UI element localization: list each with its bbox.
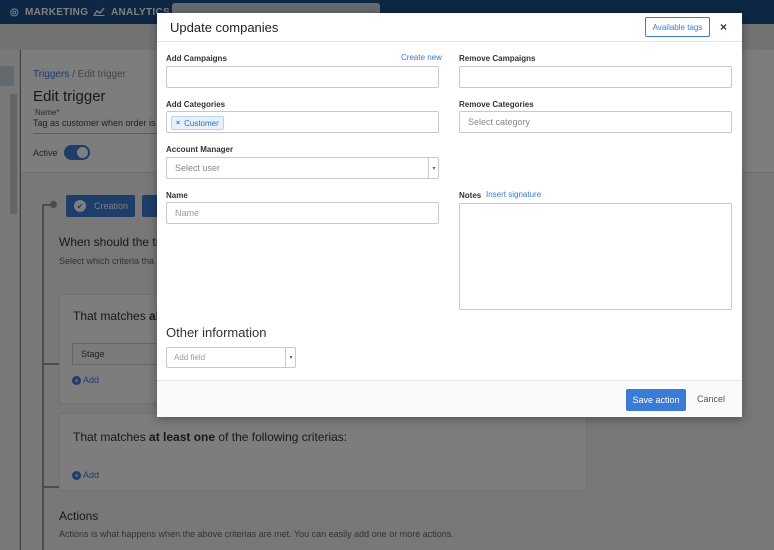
name-input[interactable]: Name bbox=[166, 202, 439, 224]
cancel-button[interactable]: Cancel bbox=[697, 394, 725, 404]
dialog-footer: Save action Cancel bbox=[157, 380, 742, 417]
close-icon[interactable]: × bbox=[720, 20, 727, 34]
remove-chip-icon[interactable]: × bbox=[176, 120, 180, 127]
category-chip: × Customer bbox=[171, 116, 224, 130]
add-field-select[interactable]: Add field bbox=[166, 347, 296, 368]
add-categories-label: Add Categories bbox=[166, 100, 226, 109]
remove-campaigns-input[interactable] bbox=[459, 66, 732, 88]
insert-signature-link[interactable]: Insert signature bbox=[486, 190, 541, 199]
remove-categories-label: Remove Categories bbox=[459, 100, 534, 109]
create-new-link[interactable]: Create new bbox=[401, 53, 442, 62]
category-chip-label: Customer bbox=[184, 118, 219, 128]
account-manager-select[interactable]: Select user bbox=[166, 157, 439, 179]
dialog-title: Update companies bbox=[170, 20, 279, 35]
chevron-down-icon[interactable]: ▾ bbox=[428, 158, 439, 178]
remove-categories-select[interactable]: Select category bbox=[459, 111, 732, 133]
chevron-down-icon[interactable]: ▾ bbox=[285, 348, 296, 367]
account-manager-label: Account Manager bbox=[166, 145, 234, 154]
update-companies-dialog: Update companies Available tags × Add Ca… bbox=[157, 13, 742, 417]
remove-campaigns-label: Remove Campaigns bbox=[459, 54, 536, 63]
save-action-button[interactable]: Save action bbox=[626, 389, 686, 411]
notes-textarea[interactable] bbox=[459, 203, 732, 310]
notes-label: Notes bbox=[459, 191, 482, 200]
dialog-header: Update companies Available tags × bbox=[157, 13, 742, 42]
add-campaigns-label: Add Campaigns bbox=[166, 54, 227, 63]
add-campaigns-input[interactable] bbox=[166, 66, 439, 88]
name-label: Name bbox=[166, 191, 188, 200]
available-tags-button[interactable]: Available tags bbox=[645, 17, 710, 37]
other-information-heading: Other information bbox=[166, 325, 267, 340]
